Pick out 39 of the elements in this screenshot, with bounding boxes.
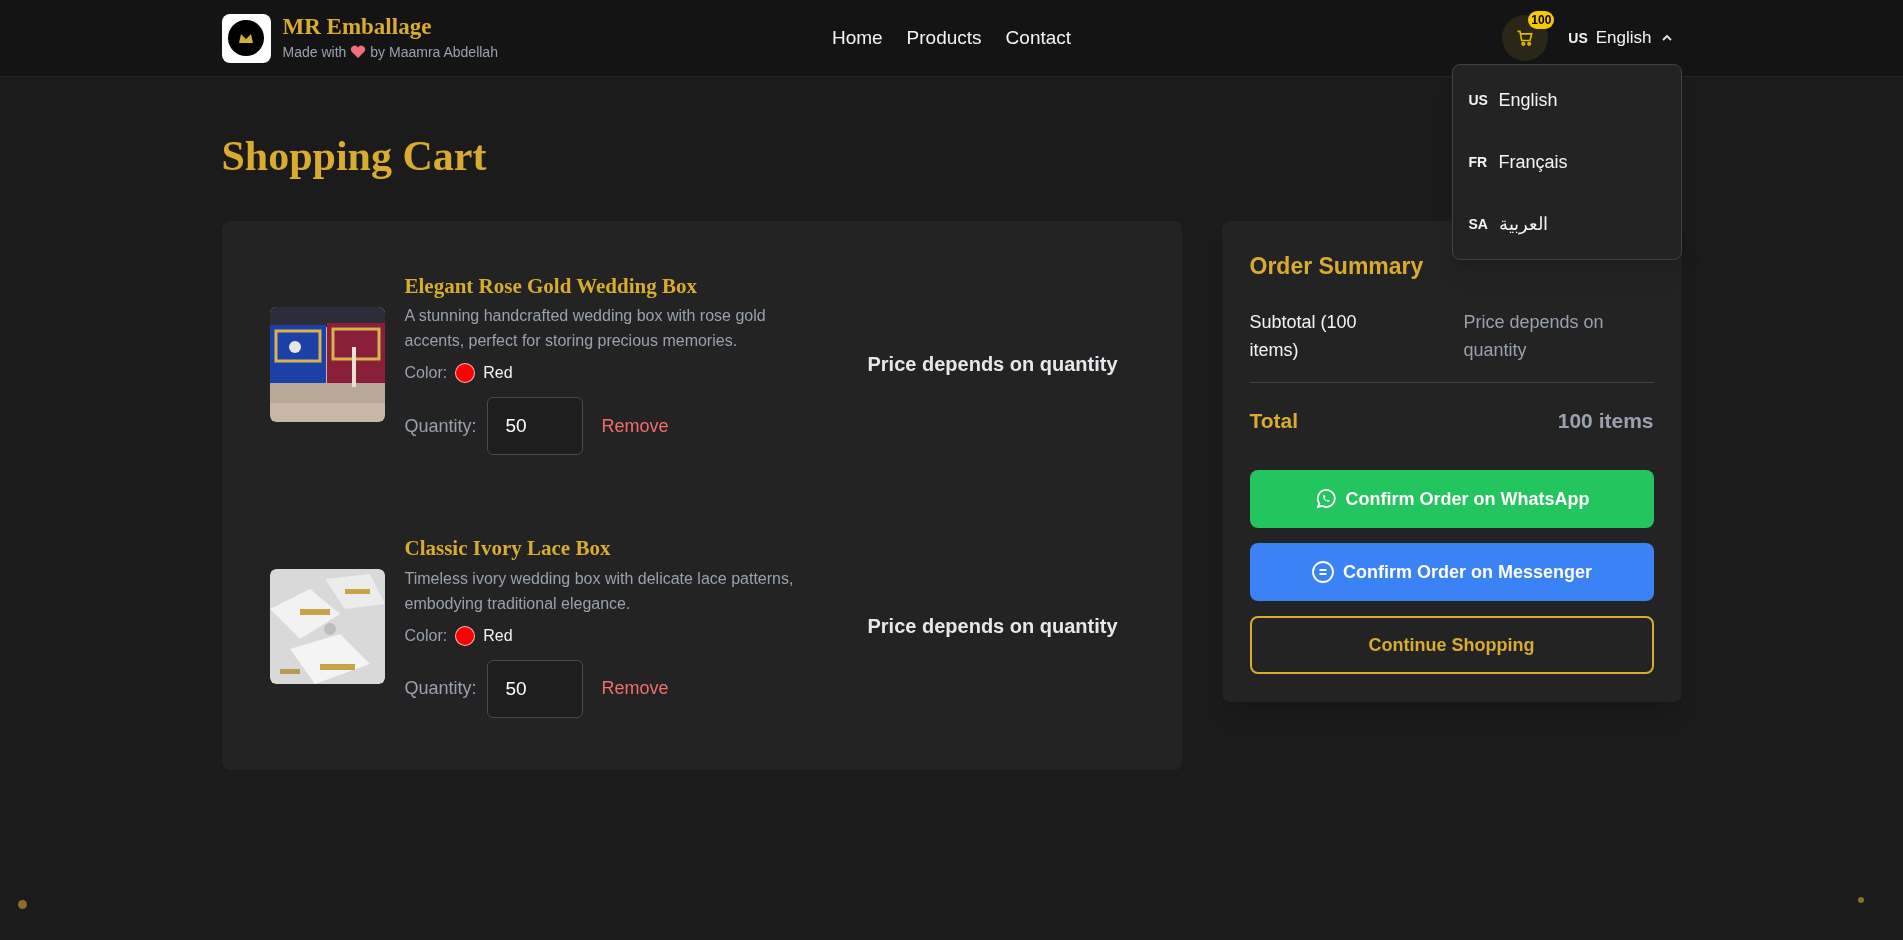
quantity-field[interactable]: 50 bbox=[486, 397, 583, 456]
price-text: Price depends on quantity bbox=[867, 614, 1118, 640]
color-name: Red bbox=[483, 363, 513, 384]
product-description: A stunning handcrafted wedding box with rose gold accents, perfect for storing precious memories. bbox=[404, 306, 767, 352]
language-selector[interactable]: US English bbox=[1560, 21, 1682, 55]
quantity-label: Quantity: bbox=[404, 677, 477, 700]
quantity-label: Quantity: bbox=[404, 414, 477, 438]
language-option[interactable]: FR Français bbox=[1452, 131, 1681, 193]
subtotal-label: Subtotal (100 items) bbox=[1249, 310, 1358, 362]
total-value: 100 items bbox=[1557, 407, 1654, 434]
total-label: Total bbox=[1249, 407, 1299, 434]
chat-circle-icon bbox=[1310, 560, 1335, 584]
color-label: Color: bbox=[404, 363, 448, 384]
nav-link[interactable]: Products bbox=[906, 23, 982, 53]
product-description: Timeless ivory wedding box with delicate lace patterns, embodying traditional elegance. bbox=[404, 568, 795, 614]
nav-link[interactable]: Home bbox=[831, 23, 883, 53]
subtotal-value: Price depends on quantity bbox=[1463, 310, 1605, 362]
remove-link[interactable]: Remove bbox=[601, 412, 669, 440]
color-name: Red bbox=[483, 625, 513, 646]
cart-count-badge: 100 bbox=[1528, 11, 1555, 29]
product-name: Elegant Rose Gold Wedding Box bbox=[404, 273, 698, 300]
heart-icon bbox=[350, 45, 367, 60]
summary-title: Order Summary bbox=[1249, 252, 1425, 281]
product-name: Classic Ivory Lace Box bbox=[404, 535, 612, 562]
tagline-text: Made with bbox=[282, 42, 347, 62]
page-title: Shopping Cart bbox=[221, 135, 487, 177]
language-option[interactable]: US English bbox=[1452, 69, 1681, 131]
nav-link[interactable]: Contact bbox=[1005, 23, 1072, 53]
brand-name[interactable]: MR Emballage bbox=[282, 13, 498, 42]
price-text: Price depends on quantity bbox=[867, 352, 1118, 378]
quantity-field[interactable]: 50 bbox=[486, 659, 583, 718]
color-label: Color: bbox=[404, 625, 448, 646]
remove-link[interactable]: Remove bbox=[601, 675, 669, 702]
cart-icon bbox=[1515, 28, 1536, 48]
messenger-button[interactable]: Confirm Order on Messenger bbox=[1249, 543, 1654, 601]
cart-button[interactable] bbox=[1502, 15, 1549, 61]
logo-icon[interactable] bbox=[221, 13, 271, 63]
tagline-text: by Maamra Abdellah bbox=[370, 42, 498, 62]
continue-shopping-button[interactable]: Continue Shopping bbox=[1249, 616, 1654, 674]
